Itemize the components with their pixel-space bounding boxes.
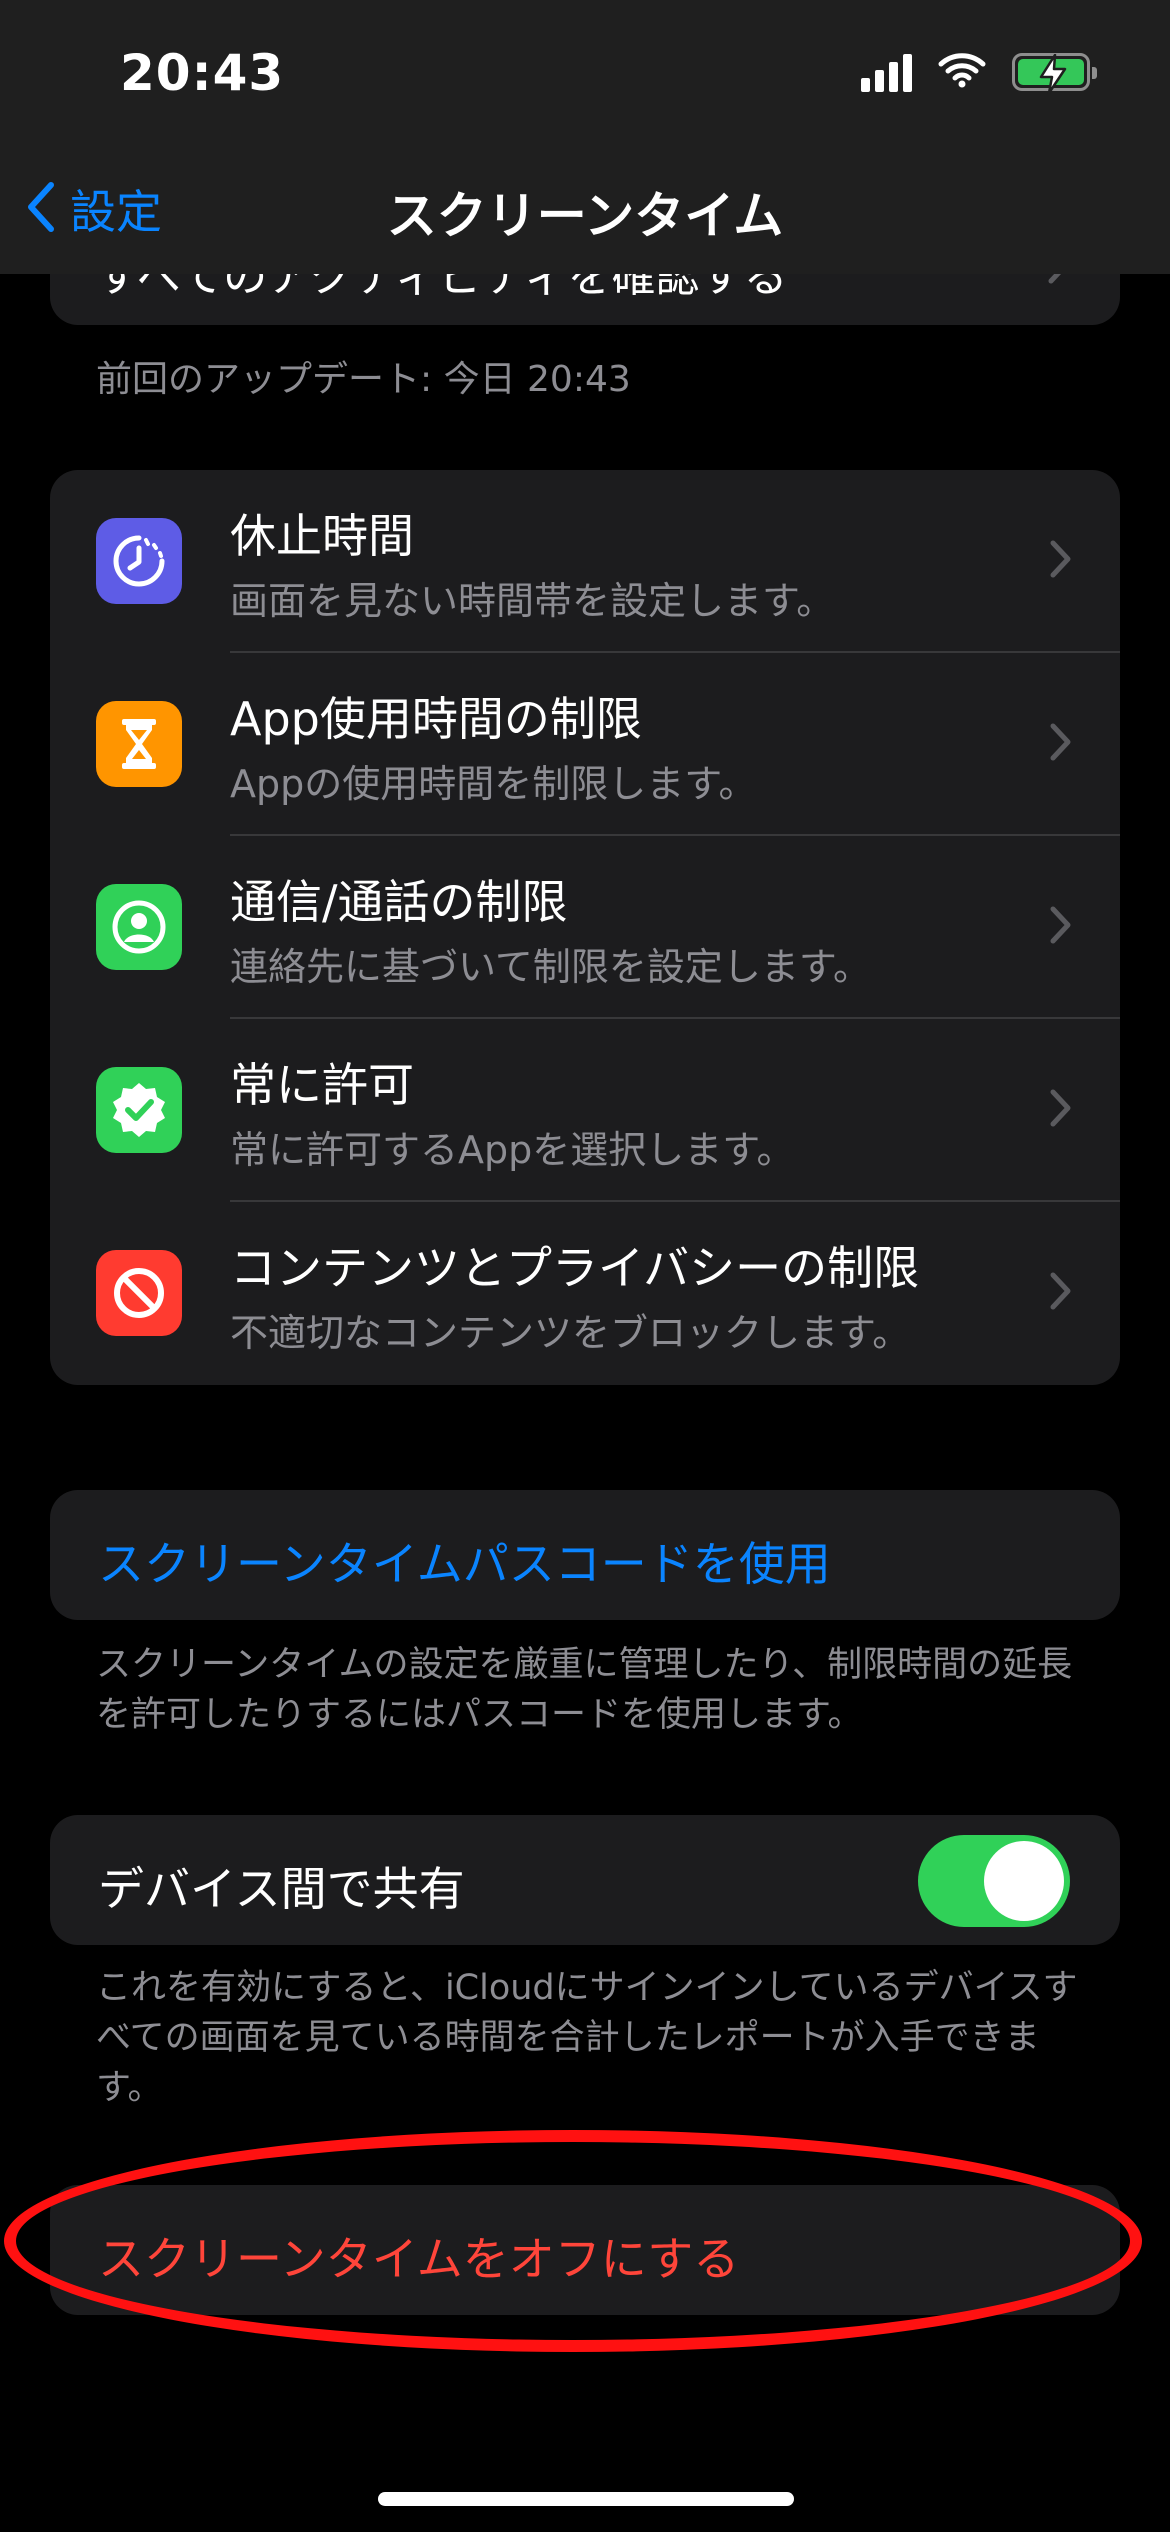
use-passcode-button[interactable]: スクリーンタイムパスコードを使用	[50, 1490, 1120, 1620]
row-title: App使用時間の制限	[230, 692, 642, 746]
screen: すべてのアクティビティを確認する 前回のアップデート: 今日 20:43 休止時…	[0, 0, 1170, 2532]
chevron-right-icon	[1050, 1272, 1072, 1314]
row-subtitle: 不適切なコンテンツをブロックします。	[230, 1311, 911, 1355]
settings-group: 休止時間 画面を見ない時間帯を設定します。 App使用時間の制限 Appの使用時…	[50, 470, 1120, 1385]
hourglass-icon	[96, 701, 182, 787]
row-title: コンテンツとプライバシーの制限	[230, 1241, 920, 1295]
toggle-knob	[984, 1841, 1064, 1921]
row-subtitle: 常に許可するAppを選択します。	[230, 1128, 795, 1172]
row-subtitle: 連絡先に基づいて制限を設定します。	[230, 945, 872, 989]
page-title: スクリーンタイム	[386, 187, 784, 245]
chevron-right-icon	[1050, 1089, 1072, 1131]
status-time: 20:43	[120, 44, 285, 102]
chevron-right-icon	[1050, 906, 1072, 948]
row-content-privacy[interactable]: コンテンツとプライバシーの制限 不適切なコンテンツをブロックします。	[50, 1202, 1120, 1385]
red-annotation-ellipse	[4, 2130, 1142, 2352]
passcode-footnote: スクリーンタイムの設定を厳重に管理したり、制限時間の延長を許可したりするにはパス…	[96, 1645, 1073, 1735]
row-subtitle: Appの使用時間を制限します。	[230, 762, 757, 806]
row-always-allowed[interactable]: 常に許可 常に許可するAppを選択します。	[50, 1019, 1120, 1202]
person-icon	[96, 884, 182, 970]
row-app-limits[interactable]: App使用時間の制限 Appの使用時間を制限します。	[50, 653, 1120, 836]
status-icons	[861, 52, 1097, 94]
navigation-bar: 20:43 設定 スクリーンタイム	[0, 0, 1170, 274]
row-downtime[interactable]: 休止時間 画面を見ない時間帯を設定します。	[50, 470, 1120, 653]
cellular-signal-icon	[861, 52, 912, 92]
battery-charging-icon	[1012, 53, 1097, 94]
downtime-icon	[96, 518, 182, 604]
home-indicator[interactable]	[378, 2492, 794, 2506]
use-passcode-label: スクリーンタイムパスコードを使用	[98, 1537, 831, 1591]
share-footnote: これを有効にすると、iCloudにサインインしているデバイスすべての画面を見てい…	[96, 1968, 1078, 2108]
row-title: 通信/通話の制限	[230, 875, 568, 929]
share-across-devices-row: デバイス間で共有	[50, 1815, 1120, 1945]
share-across-devices-label: デバイス間で共有	[98, 1862, 465, 1916]
share-across-devices-toggle[interactable]	[918, 1835, 1070, 1927]
row-communication-limits[interactable]: 通信/通話の制限 連絡先に基づいて制限を設定します。	[50, 836, 1120, 1019]
row-subtitle: 画面を見ない時間帯を設定します。	[230, 579, 835, 623]
chevron-right-icon	[1050, 723, 1072, 765]
checkmark-badge-icon	[96, 1067, 182, 1153]
row-title: 休止時間	[230, 509, 414, 563]
wifi-icon	[938, 52, 986, 92]
last-updated-text: 前回のアップデート: 今日 20:43	[96, 359, 631, 400]
chevron-right-icon	[1050, 540, 1072, 582]
no-entry-icon	[96, 1250, 182, 1336]
row-title: 常に許可	[230, 1058, 414, 1112]
